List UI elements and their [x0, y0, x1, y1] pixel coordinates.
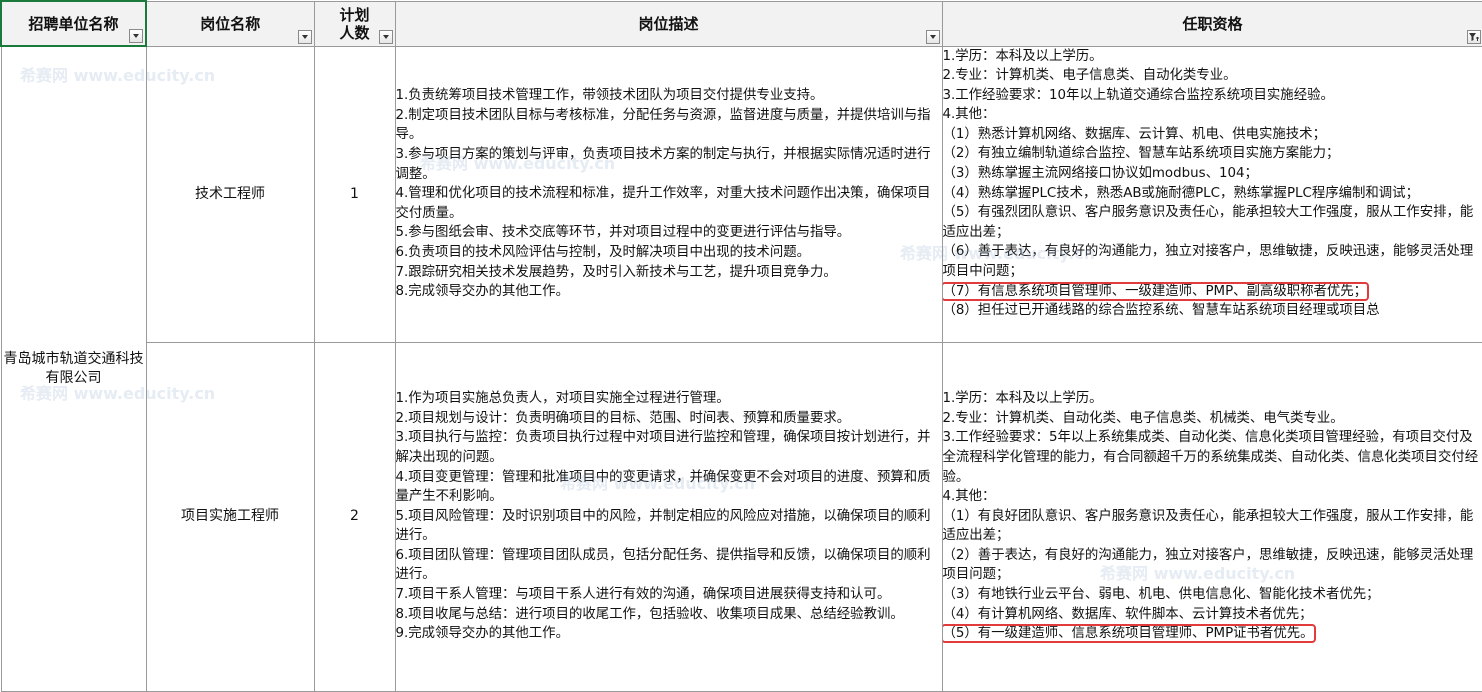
header-company-label: 招聘单位名称 — [28, 15, 118, 33]
filter-active-icon[interactable] — [1467, 30, 1481, 44]
qualification-line: 3.工作经验要求：5年以上系统集成类、自动化类、信息化类项目管理经验，有项目交付… — [943, 428, 1482, 487]
filter-dropdown-icon[interactable] — [926, 30, 940, 44]
qualification-clip: 1.学历：本科及以上学历。 2.专业：计算机类、电子信息类、自动化类专业。 3.… — [943, 47, 1482, 342]
qualification-line: （2）有独立编制轨道综合监控、智慧车站系统项目实施方案能力； — [943, 144, 1482, 164]
qualification-line: （3）有地铁行业云平台、弱电、机电、供电信息化、智能化技术者优先； — [943, 585, 1482, 605]
position-cell[interactable]: 技术工程师 — [146, 46, 314, 342]
qualification-line: 4.其他： — [943, 105, 1482, 125]
header-description-label: 岗位描述 — [638, 15, 698, 33]
qualification-line: （2）善于表达，有良好的沟通能力，独立对接客户，思维敏捷，反映迅速，能够灵活处理… — [943, 546, 1482, 585]
qualification-line: （1）熟悉计算机网络、数据库、云计算、机电、供电实施技术； — [943, 125, 1482, 145]
qualification-line: 4.其他： — [943, 487, 1482, 507]
header-qualification-label: 任职资格 — [1182, 15, 1242, 33]
header-count[interactable]: 计划人数 — [314, 1, 395, 46]
description-line: 2.项目规划与设计：负责明确项目的目标、范围、时间表、预算和质量要求。 — [396, 409, 942, 429]
description-line: 2.制定项目技术团队目标与考核标准，分配任务与资源，监督进度与质量，并提供培训与… — [396, 106, 942, 145]
table-row: 项目实施工程师 2 1.作为项目实施总负责人，对项目实施全过程进行管理。 2.项… — [1, 342, 1482, 691]
description-line: 4.管理和优化项目的技术流程和标准，提升工作效率，对重大技术问题作出决策，确保项… — [396, 184, 942, 223]
description-line: 7.跟踪研究相关技术发展趋势，及时引入新技术与工艺，提升项目竞争力。 — [396, 263, 942, 283]
qualification-line: 2.专业：计算机类、自动化类、电子信息类、机械类、电气类专业。 — [943, 409, 1482, 429]
qualification-line: 2.专业：计算机类、电子信息类、自动化类专业。 — [943, 66, 1482, 86]
headcount: 2 — [350, 508, 359, 524]
header-company[interactable]: 招聘单位名称 — [1, 1, 146, 46]
qualification-line: （8）担任过已开通线路的综合监控系统、智慧车站系统项目经理或项目总 — [943, 301, 1482, 321]
company-cell[interactable]: 青岛城市轨道交通科技有限公司 — [1, 46, 146, 691]
description-line: 1.作为项目实施总负责人，对项目实施全过程进行管理。 — [396, 389, 942, 409]
qualification-line: （5）有强烈团队意识、客户服务意识及责任心，能承担较大工作强度，服从工作安排，能… — [943, 203, 1482, 242]
description-line: 5.参与图纸会审、技术交底等环节，并对项目过程中的变更进行评估与指导。 — [396, 223, 942, 243]
header-qualification[interactable]: 任职资格 — [942, 1, 1482, 46]
description-cell[interactable]: 1.作为项目实施总负责人，对项目实施全过程进行管理。 2.项目规划与设计：负责明… — [395, 342, 942, 691]
highlighted-qualification: （7）有信息系统项目管理师、一级建造师、PMP、副高级职称者优先； — [943, 284, 1368, 299]
description-line: 6.项目团队管理：管理项目团队成员，包括分配任务、提供指导和反馈，以确保项目的顺… — [396, 546, 942, 585]
qualification-line: （1）有良好团队意识、客户服务意识及责任心，能承担较大工作强度，服从工作安排，能… — [943, 507, 1482, 546]
qualification-cell[interactable]: 1.学历：本科及以上学历。 2.专业：计算机类、自动化类、电子信息类、机械类、电… — [942, 342, 1482, 691]
count-cell[interactable]: 1 — [314, 46, 395, 342]
count-cell[interactable]: 2 — [314, 342, 395, 691]
description-line: 8.完成领导交办的其他工作。 — [396, 282, 942, 302]
company-name: 青岛城市轨道交通科技有限公司 — [4, 351, 144, 386]
description-line: 8.项目收尾与总结：进行项目的收尾工作，包括验收、收集项目成果、总结经验教训。 — [396, 605, 942, 625]
description-line: 1.负责统筹项目技术管理工作，带领技术团队为项目交付提供专业支持。 — [396, 86, 942, 106]
header-position-label: 岗位名称 — [200, 15, 260, 33]
description-line: 9.完成领导交办的其他工作。 — [396, 624, 942, 644]
filter-dropdown-icon[interactable] — [298, 30, 312, 44]
filter-dropdown-icon[interactable] — [379, 30, 393, 44]
headcount: 1 — [350, 186, 359, 202]
position-name: 项目实施工程师 — [181, 508, 279, 524]
filter-dropdown-icon[interactable] — [129, 29, 143, 43]
description-cell[interactable]: 1.负责统筹项目技术管理工作，带领技术团队为项目交付提供专业支持。 2.制定项目… — [395, 46, 942, 342]
description-line: 4.项目变更管理：管理和批准项目中的变更请求，并确保变更不会对项目的进度、预算和… — [396, 468, 942, 507]
position-name: 技术工程师 — [195, 186, 265, 202]
highlighted-qualification: （5）有一级建造师、信息系统项目管理师、PMP证书者优先。 — [943, 626, 1314, 641]
qualification-cell[interactable]: 1.学历：本科及以上学历。 2.专业：计算机类、电子信息类、自动化类专业。 3.… — [942, 46, 1482, 342]
header-description[interactable]: 岗位描述 — [395, 1, 942, 46]
qualification-line: 1.学历：本科及以上学历。 — [943, 389, 1482, 409]
qualification-line: （3）熟练掌握主流网络接口协议如modbus、104； — [943, 164, 1482, 184]
header-row: 招聘单位名称 岗位名称 计划人数 岗位描述 任职资格 — [1, 1, 1482, 46]
qualification-line: 1.学历：本科及以上学历。 — [943, 47, 1482, 67]
qualification-line: （4）熟练掌握PLC技术，熟悉AB或施耐德PLC，熟练掌握PLC程序编制和调试； — [943, 184, 1482, 204]
qualification-line: 3.工作经验要求：10年以上轨道交通综合监控系统项目实施经验。 — [943, 86, 1482, 106]
description-line: 3.参与项目方案的策划与评审，负责项目技术方案的制定与执行，并根据实际情况适时进… — [396, 145, 942, 184]
description-line: 7.项目干系人管理：与项目干系人进行有效的沟通，确保项目进展获得支持和认可。 — [396, 585, 942, 605]
description-line: 5.项目风险管理：及时识别项目中的风险，并制定相应的风险应对措施，以确保项目的顺… — [396, 507, 942, 546]
position-cell[interactable]: 项目实施工程师 — [146, 342, 314, 691]
recruitment-table: 招聘单位名称 岗位名称 计划人数 岗位描述 任职资格 — [0, 0, 1482, 692]
qualification-line: （4）有计算机网络、数据库、软件脚本、云计算技术者优先； — [943, 605, 1482, 625]
header-count-label: 计划人数 — [339, 6, 369, 42]
description-line: 6.负责项目的技术风险评估与控制，及时解决项目中出现的技术问题。 — [396, 243, 942, 263]
qualification-line: （6）善于表达，有良好的沟通能力，独立对接客户，思维敏捷，反映迅速，能够灵活处理… — [943, 242, 1482, 281]
header-position[interactable]: 岗位名称 — [146, 1, 314, 46]
spreadsheet: 招聘单位名称 岗位名称 计划人数 岗位描述 任职资格 — [0, 0, 1482, 691]
description-line: 3.项目执行与监控：负责项目执行过程中对项目进行监控和管理，确保项目按计划进行，… — [396, 428, 942, 467]
table-row: 青岛城市轨道交通科技有限公司 技术工程师 1 1.负责统筹项目技术管理工作，带领… — [1, 46, 1482, 342]
